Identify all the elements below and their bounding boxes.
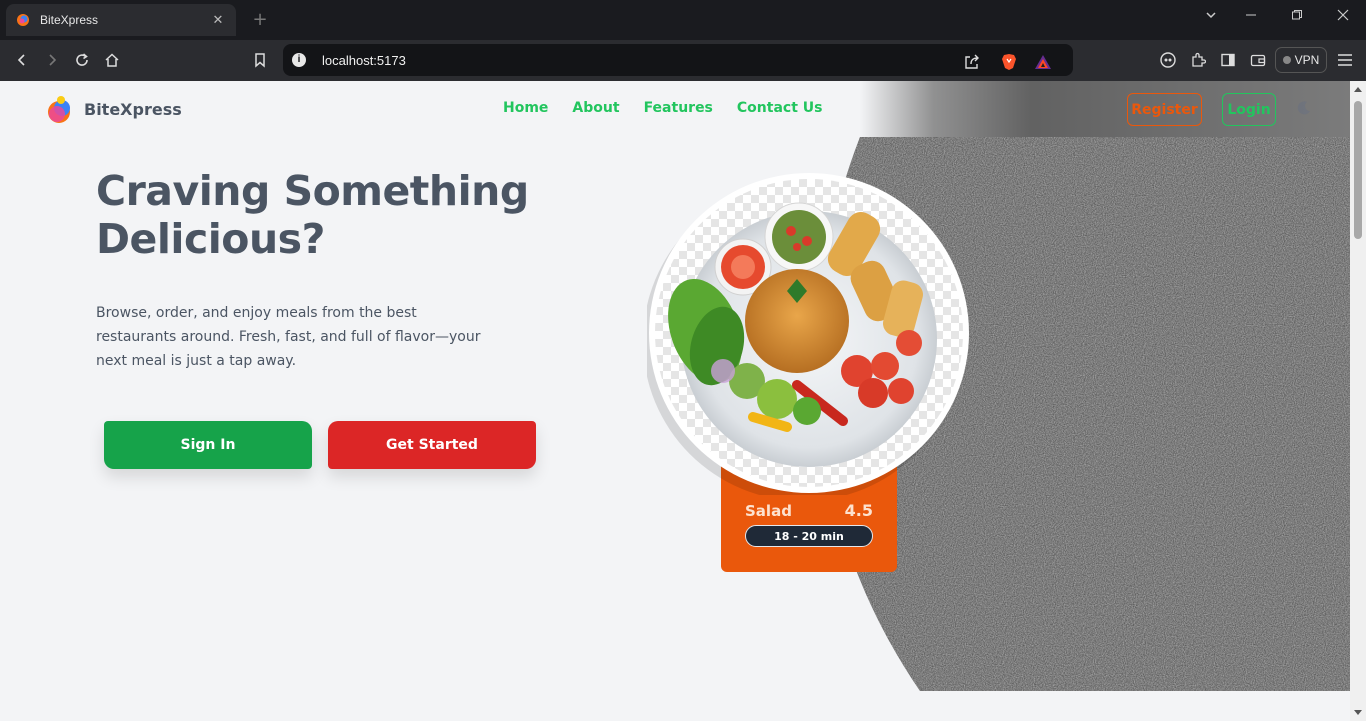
forward-icon[interactable] (42, 50, 62, 70)
hero-description: Browse, order, and enjoy meals from the … (96, 305, 481, 369)
browser-tab[interactable]: BiteXpress ✕ (6, 4, 236, 36)
minimize-icon[interactable] (1241, 9, 1261, 25)
brand-logo-icon (48, 96, 70, 123)
nav-link-about[interactable]: About (572, 100, 619, 116)
brave-rewards-icon[interactable] (1034, 53, 1052, 71)
nav-link-contact[interactable]: Contact Us (737, 100, 823, 116)
address-bar[interactable]: i localhost:5173 (283, 44, 1073, 76)
get-started-button[interactable]: Get Started (328, 421, 536, 469)
restore-icon[interactable] (1287, 9, 1307, 25)
browser-toolbar: i localhost:5173 VPN (0, 40, 1366, 81)
url-text[interactable]: localhost:5173 (322, 53, 1073, 68)
vpn-status-icon (1282, 56, 1291, 64)
brave-shield-icon[interactable] (1000, 53, 1018, 71)
menu-icon[interactable] (1335, 50, 1355, 70)
wallet-icon[interactable] (1248, 50, 1268, 70)
hero-title: Craving Something Delicious? (96, 167, 529, 263)
extensions-icon[interactable] (1188, 50, 1208, 70)
food-plate-image (647, 173, 969, 495)
nav-link-features[interactable]: Features (644, 100, 713, 116)
delivery-time-badge: 18 - 20 min (745, 525, 873, 547)
reload-icon[interactable] (72, 50, 92, 70)
brand[interactable]: BiteXpress (46, 94, 182, 124)
tab-title: BiteXpress (40, 13, 99, 27)
register-button[interactable]: Register (1127, 93, 1202, 126)
tab-favicon-icon (17, 14, 29, 26)
page-viewport: BiteXpress Home About Features Contact U… (0, 81, 1350, 721)
bookmark-icon[interactable] (250, 50, 270, 70)
food-name: Salad (745, 502, 792, 520)
vpn-label: VPN (1294, 53, 1320, 67)
close-window-icon[interactable] (1333, 9, 1353, 25)
share-icon[interactable] (963, 53, 981, 71)
nav-link-home[interactable]: Home (503, 100, 548, 116)
scroll-down-arrow-icon[interactable] (1354, 710, 1362, 715)
vpn-button[interactable]: VPN (1275, 47, 1327, 73)
home-icon[interactable] (102, 50, 122, 70)
sidebar-icon[interactable] (1218, 50, 1238, 70)
page-scrollbar[interactable] (1350, 81, 1366, 721)
food-rating: 4.5 (844, 501, 873, 520)
brand-name: BiteXpress (84, 99, 182, 119)
login-button[interactable]: Login (1222, 93, 1276, 126)
back-icon[interactable] (12, 50, 32, 70)
header-shadow-band (860, 81, 1350, 137)
tab-close-icon[interactable]: ✕ (210, 13, 226, 28)
scroll-thumb[interactable] (1354, 101, 1362, 239)
new-tab-button[interactable]: + (250, 9, 270, 30)
site-info-icon[interactable]: i (292, 53, 306, 67)
leo-ai-icon[interactable] (1158, 50, 1178, 70)
moon-icon[interactable] (1296, 100, 1312, 116)
browser-tab-bar: BiteXpress ✕ + (0, 0, 1366, 40)
sign-in-button[interactable]: Sign In (104, 421, 312, 469)
scroll-up-arrow-icon[interactable] (1354, 87, 1362, 92)
main-nav: Home About Features Contact Us (503, 100, 822, 116)
tab-search-icon[interactable] (1201, 9, 1221, 25)
